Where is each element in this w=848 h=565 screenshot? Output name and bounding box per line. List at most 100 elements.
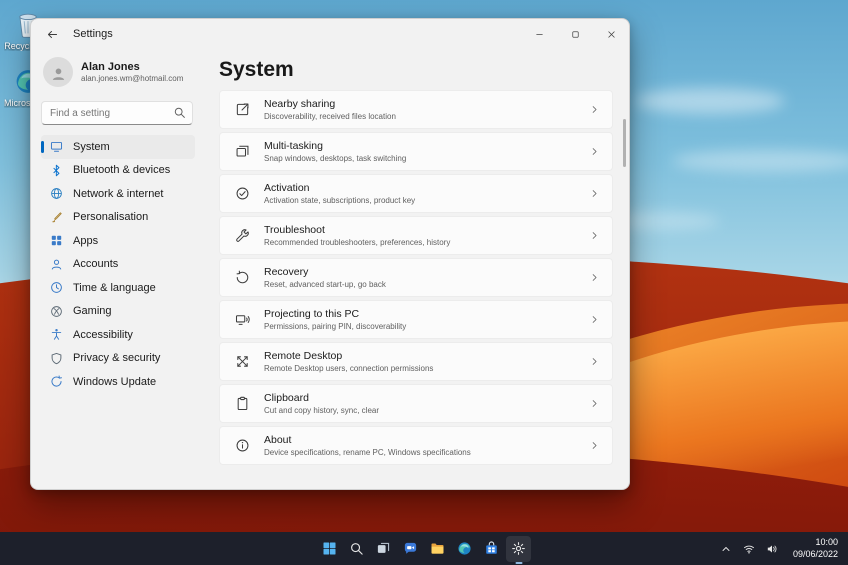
sidebar-item-accessibility[interactable]: Accessibility (41, 323, 195, 347)
sidebar-item-label: Personalisation (73, 211, 149, 224)
sidebar-item-label: Network & internet (73, 187, 164, 200)
taskbar-button-edge[interactable] (452, 536, 477, 562)
sidebar-item-label: Windows Update (73, 375, 157, 388)
taskbar-button-file-explorer[interactable] (425, 536, 450, 562)
close-button[interactable] (593, 19, 629, 49)
volume-button[interactable] (764, 538, 780, 560)
sidebar-item-accounts[interactable]: Accounts (41, 253, 195, 277)
sidebar-item-label: Gaming (73, 305, 112, 318)
card-subtitle: Device specifications, rename PC, Window… (264, 448, 471, 457)
back-icon (46, 28, 59, 41)
taskbar-button-search[interactable] (344, 536, 369, 562)
user-text: Alan Jones alan.jones.wm@hotmail.com (81, 61, 183, 83)
back-button[interactable] (39, 22, 65, 46)
scrollbar-thumb[interactable] (623, 119, 626, 167)
settings-card-recovery[interactable]: Recovery Reset, advanced start-up, go ba… (219, 258, 613, 297)
settings-card-clipboard[interactable]: Clipboard Cut and copy history, sync, cl… (219, 384, 613, 423)
sidebar-item-privacy-security[interactable]: Privacy & security (41, 347, 195, 371)
projecting-icon (234, 312, 250, 328)
search-icon (173, 106, 186, 119)
task-view-icon (376, 541, 391, 556)
settings-card-multitasking[interactable]: Multi-tasking Snap windows, desktops, ta… (219, 132, 613, 171)
settings-card-projecting[interactable]: Projecting to this PC Permissions, pairi… (219, 300, 613, 339)
window-body: Alan Jones alan.jones.wm@hotmail.com Sys… (31, 49, 629, 489)
card-subtitle: Cut and copy history, sync, clear (264, 406, 380, 415)
sidebar-item-system[interactable]: System (41, 135, 195, 159)
chevron-right-icon (589, 104, 600, 115)
sidebar-item-label: Accessibility (73, 328, 133, 341)
search-input[interactable] (41, 101, 193, 125)
user-profile[interactable]: Alan Jones alan.jones.wm@hotmail.com (41, 55, 195, 89)
card-title: Projecting to this PC (264, 308, 360, 320)
card-subtitle: Reset, advanced start-up, go back (264, 280, 386, 289)
sidebar-item-time-language[interactable]: Time & language (41, 276, 195, 300)
sidebar-nav: System Bluetooth & devices Network & int… (41, 135, 195, 394)
taskbar: 10:00 09/06/2022 (0, 532, 848, 565)
taskbar-center (317, 532, 531, 565)
card-text: Multi-tasking Snap windows, desktops, ta… (264, 140, 406, 163)
chevron-right-icon (589, 188, 600, 199)
sidebar-item-apps[interactable]: Apps (41, 229, 195, 253)
taskbar-button-chat[interactable] (398, 536, 423, 562)
sidebar-item-label: Bluetooth & devices (73, 164, 171, 177)
card-subtitle: Snap windows, desktops, task switching (264, 154, 407, 163)
window-title: Settings (73, 28, 113, 40)
settings-card-remote-desktop[interactable]: Remote Desktop Remote Desktop users, con… (219, 342, 613, 381)
sidebar-item-bluetooth-devices[interactable]: Bluetooth & devices (41, 159, 195, 183)
accessibility-icon (49, 328, 63, 342)
settings-card-troubleshoot[interactable]: Troubleshoot Recommended troubleshooters… (219, 216, 613, 255)
settings-card-activation[interactable]: Activation Activation state, subscriptio… (219, 174, 613, 213)
taskbar-button-settings-gear[interactable] (506, 535, 531, 562)
card-text: About Device specifications, rename PC, … (264, 434, 471, 457)
page-title: System (219, 58, 294, 81)
settings-card-about[interactable]: About Device specifications, rename PC, … (219, 426, 613, 465)
network-button[interactable] (741, 538, 757, 560)
remote-desktop-icon (234, 354, 250, 370)
taskbar-button-task-view[interactable] (371, 536, 396, 562)
sidebar-item-personalisation[interactable]: Personalisation (41, 206, 195, 230)
settings-cards: Nearby sharing Discoverability, received… (219, 90, 613, 465)
settings-window: Settings Alan Jones alan.jones.wm@hotmai… (30, 18, 630, 490)
bluetooth-icon (49, 163, 63, 177)
card-text: Remote Desktop Remote Desktop users, con… (264, 350, 433, 373)
troubleshoot-icon (234, 228, 250, 244)
taskbar-button-start[interactable] (317, 536, 342, 562)
card-text: Activation Activation state, subscriptio… (264, 182, 415, 205)
start-icon (322, 541, 337, 556)
system-icon (49, 140, 63, 154)
sidebar-item-network-internet[interactable]: Network & internet (41, 182, 195, 206)
minimize-button[interactable] (521, 19, 557, 49)
file-explorer-icon (430, 541, 445, 556)
chevron-right-icon (589, 356, 600, 367)
cloud (672, 150, 848, 172)
clipboard-icon (234, 396, 250, 412)
time-language-icon (49, 281, 63, 295)
about-icon (234, 438, 250, 454)
activation-icon (234, 186, 250, 202)
card-text: Nearby sharing Discoverability, received… (264, 98, 396, 121)
settings-card-nearby-sharing[interactable]: Nearby sharing Discoverability, received… (219, 90, 613, 129)
card-title: Activation (264, 182, 310, 194)
card-subtitle: Recommended troubleshooters, preferences… (264, 238, 451, 247)
titlebar[interactable]: Settings (31, 19, 629, 49)
taskbar-button-store[interactable] (479, 536, 504, 562)
edge-icon (457, 541, 472, 556)
clock[interactable]: 10:00 09/06/2022 (789, 535, 842, 562)
sidebar-item-windows-update[interactable]: Windows Update (41, 370, 195, 394)
maximize-button[interactable] (557, 19, 593, 49)
card-title: Remote Desktop (264, 350, 343, 362)
sidebar-item-label: Apps (73, 234, 99, 247)
gaming-icon (49, 304, 63, 318)
chevron-right-icon (589, 440, 600, 451)
main-content: System Nearby sharing Discoverability, r… (203, 49, 629, 489)
chevron-right-icon (589, 272, 600, 283)
card-text: Recovery Reset, advanced start-up, go ba… (264, 266, 386, 289)
tray-chevron-button[interactable] (718, 538, 734, 560)
sidebar-item-gaming[interactable]: Gaming (41, 300, 195, 324)
card-title: Nearby sharing (264, 98, 336, 110)
windows-update-icon (49, 375, 63, 389)
recovery-icon (234, 270, 250, 286)
person-icon (50, 63, 67, 82)
card-text: Projecting to this PC Permissions, pairi… (264, 308, 406, 331)
chat-icon (403, 541, 418, 556)
